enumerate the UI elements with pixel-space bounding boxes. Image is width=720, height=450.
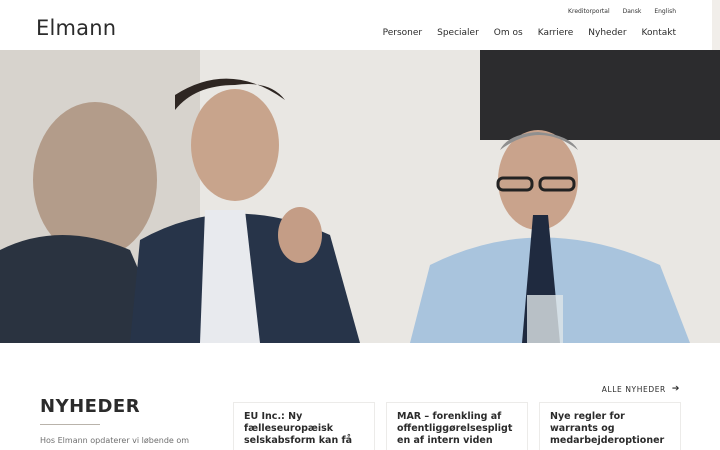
nav-item-om-os[interactable]: Om os xyxy=(494,28,523,38)
nav-item-specialer[interactable]: Specialer xyxy=(437,28,479,38)
news-heading: NYHEDER xyxy=(40,396,141,417)
site-header: Elmann Kreditorportal Dansk English Pers… xyxy=(0,0,720,50)
header-edge-strip xyxy=(712,0,720,50)
nav-item-kontakt[interactable]: Kontakt xyxy=(642,28,676,38)
main-nav: Personer Specialer Om os Karriere Nyhede… xyxy=(383,28,676,38)
news-card-eu-inc[interactable]: EU Inc.: Ny fælleseuropæisk selskabsform… xyxy=(233,402,375,450)
arrow-right-icon: ➔ xyxy=(671,384,680,394)
news-divider xyxy=(40,424,100,425)
utility-link-dansk[interactable]: Dansk xyxy=(623,8,642,15)
nav-item-nyheder[interactable]: Nyheder xyxy=(588,28,626,38)
all-news-label: ALLE NYHEDER xyxy=(601,384,666,394)
news-card-title: EU Inc.: Ny fælleseuropæisk selskabsform… xyxy=(244,411,353,446)
utility-links: Kreditorportal Dansk English xyxy=(568,8,676,15)
all-news-link[interactable]: ALLE NYHEDER ➔ xyxy=(602,384,680,394)
news-intro: Hos Elmann opdaterer vi løbende om aktue… xyxy=(40,436,190,450)
nav-item-personer[interactable]: Personer xyxy=(383,28,422,38)
news-card-warrants[interactable]: Nye regler for warrants og medarbejderop… xyxy=(539,402,681,450)
utility-link-kreditorportal[interactable]: Kreditorportal xyxy=(568,8,610,15)
nav-item-karriere[interactable]: Karriere xyxy=(538,28,574,38)
news-card-mar[interactable]: MAR – forenkling af offentliggørelsespli… xyxy=(386,402,528,450)
hero-illustration xyxy=(0,50,720,343)
news-card-title: Nye regler for warrants og medarbejderop… xyxy=(550,411,665,446)
news-card-title: MAR – forenkling af offentliggørelsespli… xyxy=(397,411,513,446)
utility-link-english[interactable]: English xyxy=(654,8,676,15)
hero-image xyxy=(0,50,720,343)
elmann-logo[interactable]: Elmann xyxy=(36,16,116,40)
